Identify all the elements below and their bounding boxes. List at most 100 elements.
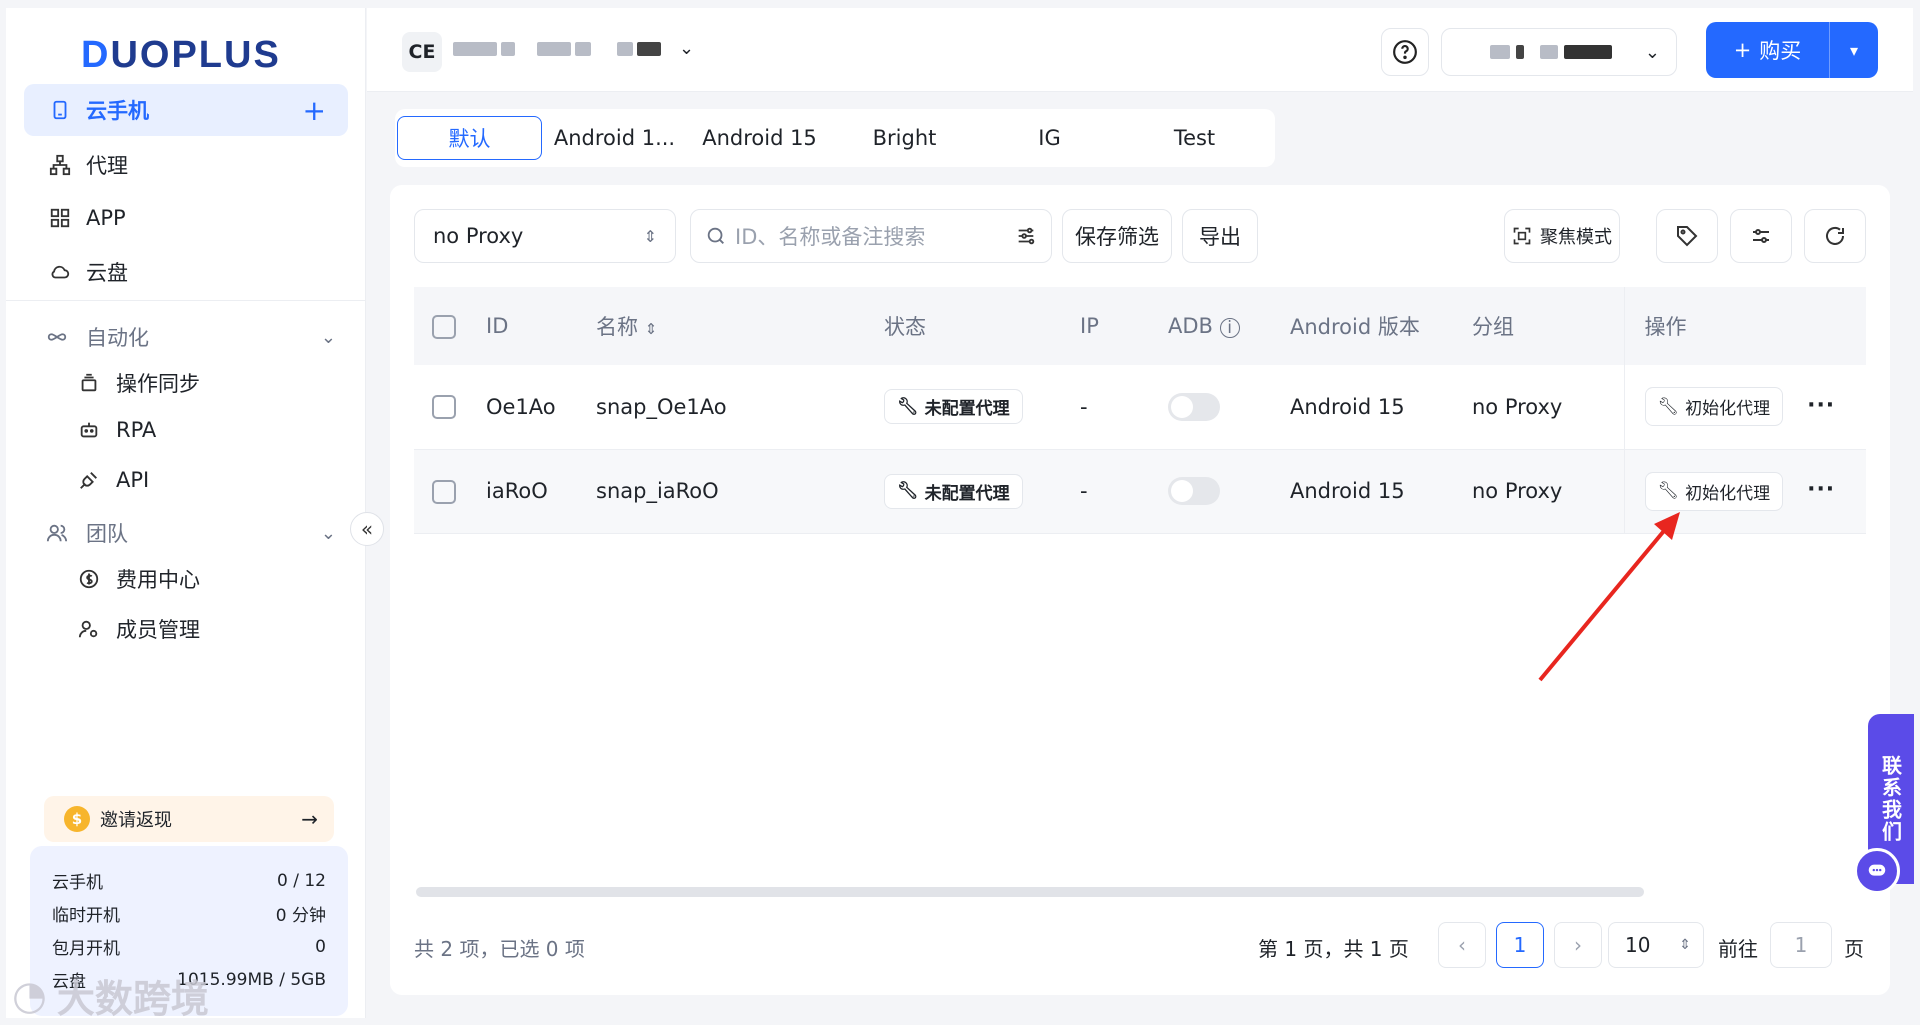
chevron-down-icon: ⌄ (320, 522, 336, 544)
chevron-down-icon[interactable]: ⌄ (679, 38, 694, 59)
sidebar-item-billing[interactable]: 费用中心 (78, 564, 200, 594)
coin-icon: $ (64, 806, 90, 832)
watermark-logo-icon: ◔ (12, 972, 47, 1019)
chevron-left-icon: ‹ (1458, 933, 1466, 957)
tag-button[interactable] (1656, 209, 1718, 263)
proxy-filter-select[interactable]: no Proxy ⇕ (414, 209, 676, 263)
chat-button[interactable] (1854, 848, 1900, 894)
next-page-button[interactable]: › (1554, 922, 1602, 968)
refresh-button[interactable] (1804, 209, 1866, 263)
table-header-row: ID 名称 ⇕ 状态 IP ADB i Android 版本 分组 操作 (414, 287, 1866, 365)
tab-android-1[interactable]: Android 1... (542, 116, 687, 160)
chevron-down-icon[interactable]: ▾ (1830, 41, 1878, 60)
tab-bright[interactable]: Bright (832, 116, 977, 160)
goto-page-input[interactable]: 1 (1770, 922, 1832, 968)
sidebar-item-sync-ops[interactable]: 操作同步 (78, 368, 200, 398)
network-icon (46, 151, 74, 179)
cell-name: snap_Oe1Ao (596, 365, 884, 450)
col-action: 操作 (1623, 287, 1866, 365)
select-all-checkbox[interactable] (432, 314, 456, 339)
phone-icon (46, 96, 74, 124)
sidebar-section-automation[interactable]: 自动化 ⌄ (46, 322, 336, 352)
info-icon[interactable]: i (1219, 318, 1240, 338)
usage-row: 临时开机 0 分钟 (52, 906, 326, 926)
wrench-icon: 🔧︎ (1657, 481, 1680, 501)
plug-icon (78, 469, 106, 491)
plus-icon: + (1733, 38, 1752, 62)
account-select[interactable]: ⌄ (1441, 28, 1677, 76)
status-badge[interactable]: 🔧︎ 未配置代理 (884, 473, 1023, 509)
sidebar-item-rpa[interactable]: RPA (78, 418, 156, 442)
collapse-sidebar-button[interactable]: « (350, 512, 384, 546)
page-button-current[interactable]: 1 (1496, 922, 1544, 968)
filter-sliders-icon[interactable] (1015, 225, 1037, 247)
watermark: ◔ 大数跨境 (12, 972, 209, 1022)
sidebar: DUOPLUS 云手机 + 代理 APP 云盘 自动化 ⌄ 操作同步 RPA A… (6, 8, 366, 1018)
refresh-icon (1826, 226, 1844, 245)
goto-label: 前往 (1718, 937, 1758, 961)
focus-mode-button[interactable]: 聚焦模式 (1504, 209, 1620, 263)
sidebar-item-api[interactable]: API (78, 468, 149, 492)
cell-group: no Proxy (1472, 449, 1624, 534)
wrench-icon: 🔧︎ (897, 481, 919, 501)
sidebar-item-members[interactable]: 成员管理 (78, 614, 200, 644)
export-button[interactable]: 导出 (1182, 209, 1258, 263)
selection-summary: 共 2 项，已选 0 项 (414, 937, 585, 961)
divider (6, 300, 366, 301)
infinity-icon (46, 326, 74, 348)
horizontal-scrollbar[interactable] (416, 887, 1644, 897)
init-proxy-button[interactable]: 🔧︎ 初始化代理 (1644, 471, 1784, 511)
sidebar-item-proxy[interactable]: 代理 (24, 139, 348, 191)
chevron-down-icon: ⌄ (320, 326, 336, 348)
col-name[interactable]: 名称 ⇕ (596, 287, 884, 365)
buy-main-button[interactable]: + 购买 (1706, 22, 1830, 78)
cell-name: snap_iaRoO (596, 449, 884, 534)
cell-android-version: Android 15 (1290, 365, 1472, 450)
device-list-panel: no Proxy ⇕ ID、名称或备注搜索 保存筛选 导出 聚焦模式 ID 名称… (390, 185, 1890, 995)
usage-row: 云手机 0 / 12 (52, 870, 326, 894)
column-settings-button[interactable] (1730, 209, 1792, 263)
col-status: 状态 (884, 287, 1080, 365)
sidebar-item-cloud-disk[interactable]: 云盘 (24, 246, 348, 298)
invite-cashback-banner[interactable]: $ 邀请返现 → (44, 796, 334, 842)
col-group: 分组 (1472, 287, 1624, 365)
cloud-icon (46, 258, 74, 286)
prev-page-button[interactable]: ‹ (1438, 922, 1486, 968)
focus-icon (1513, 227, 1531, 245)
sidebar-section-team[interactable]: 团队 ⌄ (46, 518, 336, 548)
tab-test[interactable]: Test (1122, 116, 1267, 160)
row-checkbox[interactable] (432, 479, 456, 504)
chat-icon (1868, 864, 1886, 876)
page-size-select[interactable]: 10 ⇕ (1608, 922, 1704, 968)
adb-toggle[interactable] (1168, 392, 1220, 421)
table-row: iaRoO snap_iaRoO 🔧︎ 未配置代理 - Android 15 no… (414, 449, 1866, 534)
cell-id: Oe1Ao (486, 365, 596, 450)
chevron-down-icon: ⌄ (1644, 41, 1660, 63)
sidebar-item-app[interactable]: APP (24, 192, 348, 244)
tab-default[interactable]: 默认 (397, 116, 542, 160)
save-filter-button[interactable]: 保存筛选 (1062, 209, 1172, 263)
sidebar-item-cloud-phone[interactable]: 云手机 + (24, 84, 348, 136)
col-ip: IP (1080, 287, 1168, 365)
add-cloud-phone-button[interactable]: + (303, 94, 326, 127)
status-badge[interactable]: 🔧︎ 未配置代理 (884, 389, 1023, 425)
row-checkbox[interactable] (432, 395, 456, 420)
user-settings-icon (78, 618, 106, 640)
help-button[interactable] (1381, 28, 1429, 76)
group-tabs: 默认 Android 1... Android 15 Bright IG Tes… (395, 109, 1275, 167)
wrench-icon: 🔧︎ (1657, 396, 1680, 417)
cell-android-version: Android 15 (1290, 449, 1472, 534)
more-icon[interactable]: ··· (1807, 477, 1835, 502)
buy-button[interactable]: + 购买 ▾ (1706, 22, 1878, 78)
tab-ig[interactable]: IG (977, 116, 1122, 160)
duoplus-logo[interactable]: DUOPLUS (81, 34, 281, 77)
search-input[interactable]: ID、名称或备注搜索 (690, 209, 1052, 263)
adb-toggle[interactable] (1168, 477, 1220, 505)
col-id: ID (486, 287, 596, 365)
top-header: CE ⌄ ⌄ + 购买 ▾ (367, 8, 1913, 92)
tab-android-15[interactable]: Android 15 (687, 116, 832, 160)
org-badge[interactable]: CE (402, 32, 442, 72)
org-name-redacted[interactable] (453, 42, 661, 56)
init-proxy-button[interactable]: 🔧︎ 初始化代理 (1644, 387, 1784, 427)
more-icon[interactable]: ··· (1807, 393, 1835, 418)
